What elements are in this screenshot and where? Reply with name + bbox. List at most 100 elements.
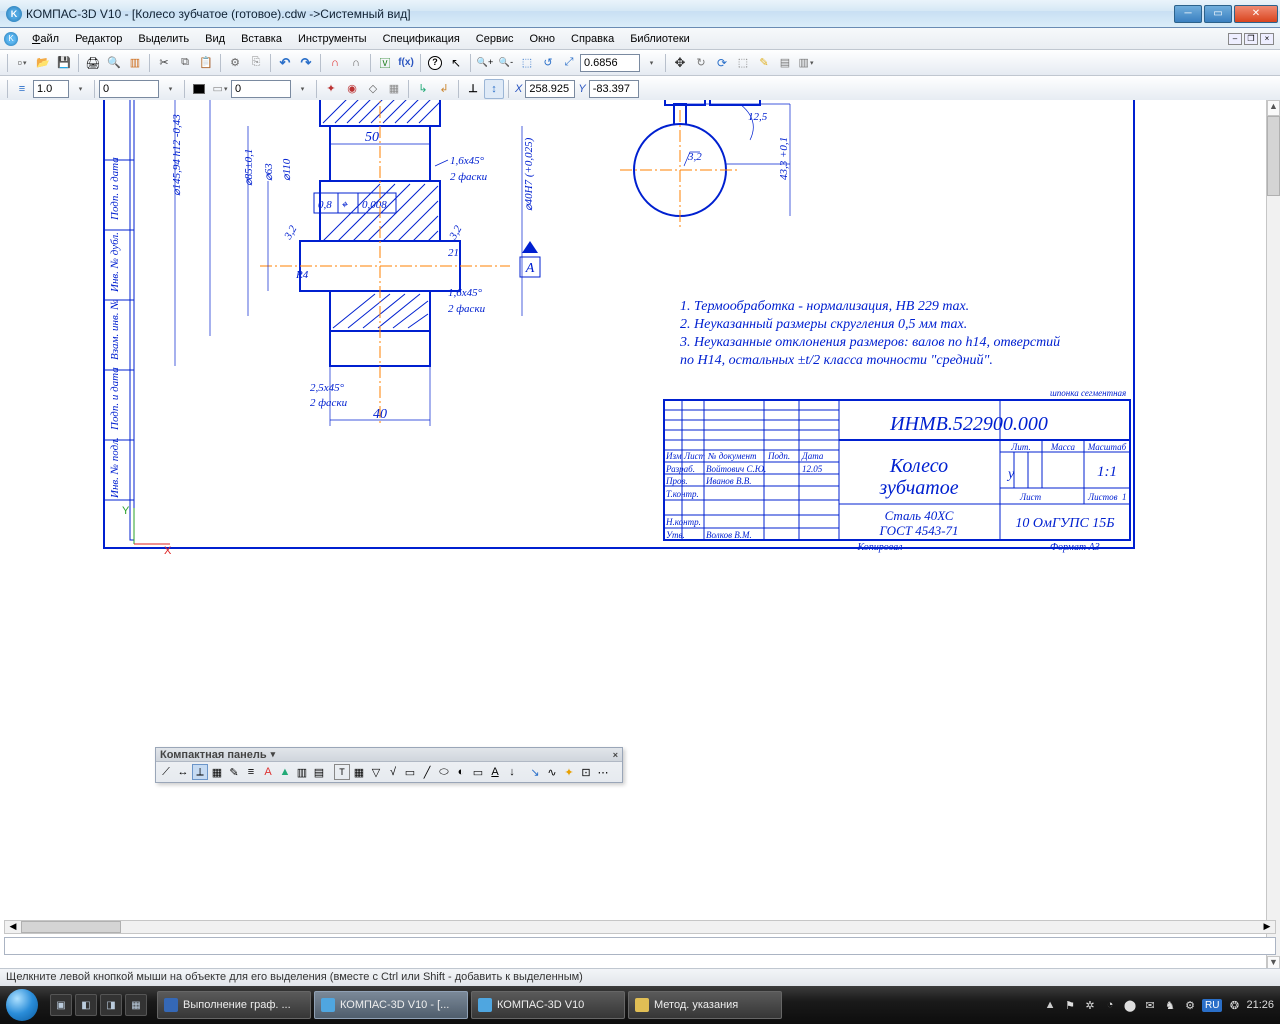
tray-icon-5[interactable]: ✉ bbox=[1142, 997, 1158, 1013]
ucs-button[interactable]: ↳ bbox=[413, 79, 433, 99]
arrow-tool[interactable]: ↘ bbox=[527, 764, 543, 780]
designations-tool[interactable]: ⟂ bbox=[192, 764, 208, 780]
zoom-value-input[interactable] bbox=[580, 54, 640, 72]
task-3[interactable]: КОМПАС-3D V10 bbox=[471, 991, 625, 1019]
redo-button[interactable] bbox=[296, 53, 316, 73]
workspace[interactable]: Подп. и дата Инв. № дубл. Взам. инв. № П… bbox=[0, 100, 1280, 986]
menu-file[interactable]: Файл bbox=[24, 30, 67, 48]
quicklaunch-3[interactable]: ◨ bbox=[100, 994, 122, 1016]
change-tool[interactable]: A bbox=[487, 764, 503, 780]
start-button[interactable] bbox=[0, 986, 44, 1024]
scroll-left[interactable]: ◀ bbox=[5, 921, 21, 933]
line-tool[interactable]: ╱ bbox=[419, 764, 435, 780]
tray-icon-4[interactable]: ⬤ bbox=[1122, 997, 1138, 1013]
tool-b[interactable]: ✎ bbox=[754, 53, 774, 73]
magnet-off-button[interactable] bbox=[346, 53, 366, 73]
zoom-window-button[interactable] bbox=[517, 53, 537, 73]
magnet-on-button[interactable] bbox=[325, 53, 345, 73]
lang-indicator[interactable]: RU bbox=[1202, 999, 1222, 1012]
menu-spec[interactable]: Спецификация bbox=[375, 30, 468, 48]
h-scroll-thumb[interactable] bbox=[21, 921, 121, 933]
task-2[interactable]: КОМПАС-3D V10 - [... bbox=[314, 991, 468, 1019]
undo-button[interactable] bbox=[275, 53, 295, 73]
fx-button[interactable] bbox=[396, 53, 416, 73]
command-input[interactable] bbox=[4, 937, 1276, 955]
menu-window[interactable]: Окно bbox=[521, 30, 563, 48]
task-4[interactable]: Метод. указания bbox=[628, 991, 782, 1019]
more-tool[interactable]: ⋯ bbox=[595, 764, 611, 780]
ucs2-button[interactable]: ↲ bbox=[434, 79, 454, 99]
cut-button[interactable] bbox=[154, 53, 174, 73]
tray-icon-6[interactable]: ♞ bbox=[1162, 997, 1178, 1013]
quicklaunch-4[interactable]: ▦ bbox=[125, 994, 147, 1016]
linewidth-input[interactable] bbox=[33, 80, 69, 98]
brand-tool[interactable]: ◐ bbox=[453, 764, 469, 780]
new-button[interactable] bbox=[12, 53, 32, 73]
cursor-button[interactable] bbox=[446, 53, 466, 73]
copyprops-button[interactable]: ⎘ bbox=[246, 53, 266, 73]
mdi-close[interactable]: × bbox=[1260, 33, 1274, 45]
grid-button[interactable]: ▦ bbox=[384, 79, 404, 99]
scroll-right[interactable]: ▶ bbox=[1259, 921, 1275, 933]
select-tool[interactable]: ▲ bbox=[277, 764, 293, 780]
pos-tool[interactable]: ▭ bbox=[470, 764, 486, 780]
pin-icon[interactable]: ▾ bbox=[271, 749, 276, 760]
cond-tool[interactable]: ⊡ bbox=[578, 764, 594, 780]
track-button[interactable]: ◉ bbox=[342, 79, 362, 99]
menu-select[interactable]: Выделить bbox=[130, 30, 197, 48]
task-1[interactable]: Выполнение граф. ... bbox=[157, 991, 311, 1019]
style1-input[interactable] bbox=[99, 80, 159, 98]
edit-tool[interactable]: ✎ bbox=[226, 764, 242, 780]
tray-icon-2[interactable]: ✲ bbox=[1082, 997, 1098, 1013]
minimize-button[interactable]: ─ bbox=[1174, 5, 1202, 23]
text-tool[interactable]: T bbox=[334, 764, 350, 780]
mdi-min[interactable]: – bbox=[1228, 33, 1242, 45]
open-button[interactable] bbox=[33, 53, 53, 73]
menu-view[interactable]: Вид bbox=[197, 30, 233, 48]
quicklaunch-2[interactable]: ◧ bbox=[75, 994, 97, 1016]
anchor-button[interactable]: ✦ bbox=[321, 79, 341, 99]
coord-x-input[interactable] bbox=[525, 80, 575, 98]
menu-libraries[interactable]: Библиотеки bbox=[622, 30, 698, 48]
scroll-up[interactable]: ▲ bbox=[1267, 100, 1280, 116]
export-button[interactable]: ▥ bbox=[125, 53, 145, 73]
panel-close-icon[interactable]: × bbox=[613, 750, 618, 760]
menu-service[interactable]: Сервис bbox=[468, 30, 522, 48]
copy-button[interactable] bbox=[175, 53, 195, 73]
pan-button[interactable] bbox=[670, 53, 690, 73]
spec-tool[interactable]: ▥ bbox=[294, 764, 310, 780]
whats-this-button[interactable] bbox=[425, 53, 445, 73]
clock[interactable]: 21:26 bbox=[1246, 999, 1274, 1011]
mark-tool[interactable]: ⬭ bbox=[436, 764, 452, 780]
dim-tool[interactable]: ↔ bbox=[175, 764, 191, 780]
rotate-view-button[interactable]: ↻ bbox=[691, 53, 711, 73]
style2-dropdown[interactable] bbox=[292, 79, 312, 99]
style2-input[interactable] bbox=[231, 80, 291, 98]
wave-tool[interactable]: ∿ bbox=[544, 764, 560, 780]
save-button[interactable] bbox=[54, 53, 74, 73]
props-button[interactable] bbox=[225, 53, 245, 73]
tray-icon-3[interactable]: ◔ bbox=[1102, 997, 1118, 1013]
round-button[interactable]: ↕ bbox=[484, 79, 504, 99]
menu-help[interactable]: Справка bbox=[563, 30, 622, 48]
refresh-button[interactable] bbox=[712, 53, 732, 73]
style2-icon[interactable]: ▭ bbox=[210, 79, 230, 99]
tray-icon-8[interactable]: ❂ bbox=[1226, 997, 1242, 1013]
menu-instruments[interactable]: Инструменты bbox=[290, 30, 375, 48]
style1-dropdown[interactable] bbox=[160, 79, 180, 99]
tray-hidden-icon[interactable]: ▲ bbox=[1042, 997, 1058, 1013]
zoom-out-button[interactable] bbox=[496, 53, 516, 73]
menu-edit[interactable]: Редактор bbox=[67, 30, 130, 48]
coord-y-input[interactable] bbox=[589, 80, 639, 98]
base-tool[interactable]: ▽ bbox=[368, 764, 384, 780]
reports-tool[interactable]: ▤ bbox=[311, 764, 327, 780]
v-scroll-thumb[interactable] bbox=[1267, 116, 1280, 196]
menu-insert[interactable]: Вставка bbox=[233, 30, 290, 48]
zoom-prev-button[interactable] bbox=[538, 53, 558, 73]
tool-c[interactable]: ▤ bbox=[775, 53, 795, 73]
tray-icon-7[interactable]: ⚙ bbox=[1182, 997, 1198, 1013]
snap-button[interactable] bbox=[363, 79, 383, 99]
close-button[interactable]: ✕ bbox=[1234, 5, 1278, 23]
drawing-canvas[interactable]: Подп. и дата Инв. № дубл. Взам. инв. № П… bbox=[0, 100, 1260, 860]
tray-icon-1[interactable]: ⚑ bbox=[1062, 997, 1078, 1013]
